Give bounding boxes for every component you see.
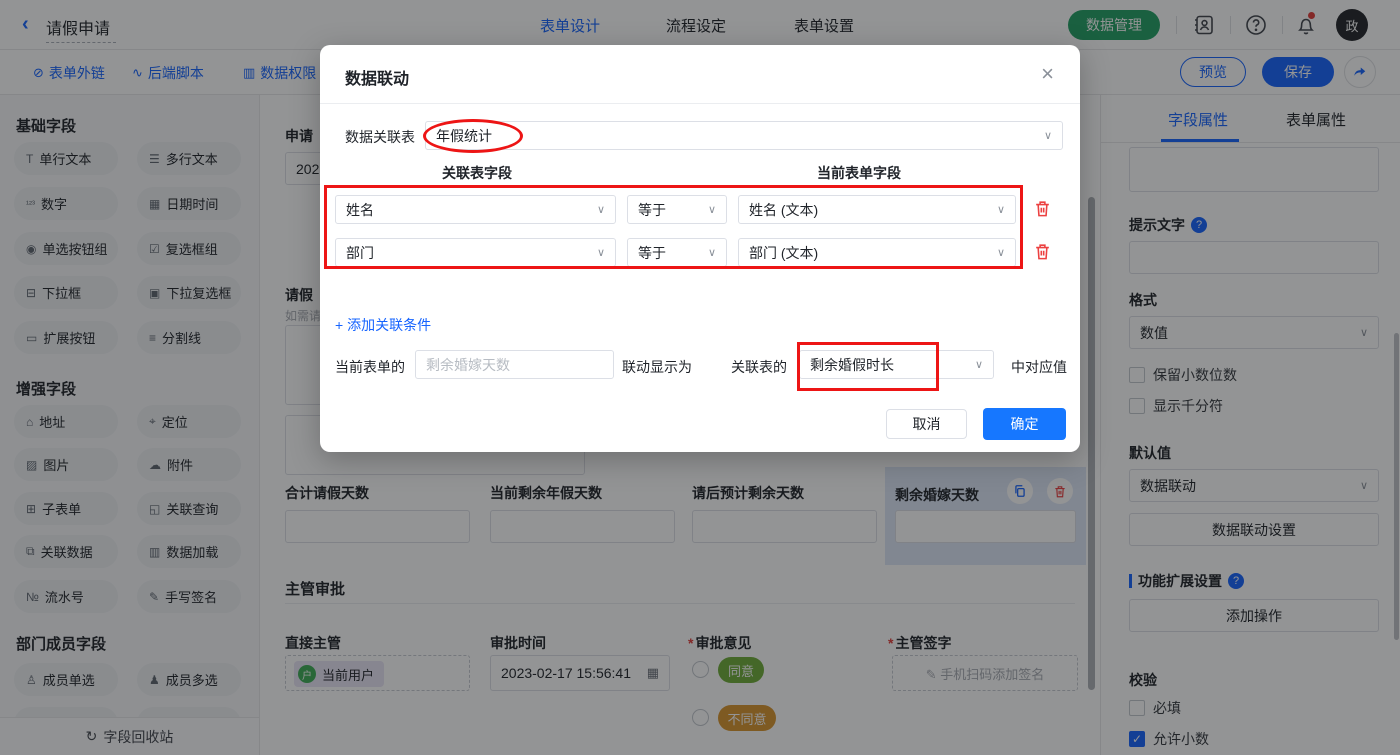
close-icon[interactable]: ×	[1041, 63, 1054, 85]
corresponding-value-label: 中对应值	[1011, 359, 1067, 375]
chevron-down-icon: ∨	[707, 204, 716, 216]
condition-op-select[interactable]: 等于 ∨	[627, 195, 727, 224]
current-field-input[interactable]	[415, 350, 614, 379]
delete-condition-icon[interactable]	[1033, 241, 1053, 263]
chevron-down-icon: ∨	[974, 359, 983, 371]
condition-left-select[interactable]: 姓名 ∨	[335, 195, 616, 224]
add-condition-link[interactable]: + 添加关联条件	[335, 315, 431, 335]
modal-divider	[320, 103, 1080, 104]
data-linkage-modal: 数据联动 × 数据关联表 年假统计 ∨ 关联表字段 当前表单字段 姓名 ∨ 等于 ∨ …	[320, 45, 1080, 452]
column-header-current-field: 当前表单字段	[817, 165, 901, 181]
modal-title: 数据联动	[345, 71, 410, 88]
column-header-linked-field: 关联表字段	[442, 165, 512, 181]
display-as-label: 联动显示为	[622, 359, 692, 375]
related-field-select[interactable]: 剩余婚假时长 ∨	[799, 350, 994, 379]
confirm-button[interactable]: 确定	[983, 408, 1066, 440]
chevron-down-icon: ∨	[596, 247, 605, 259]
linked-table-label: 数据关联表	[345, 129, 415, 145]
chevron-down-icon: ∨	[1043, 130, 1052, 142]
current-form-label: 当前表单的	[335, 359, 405, 375]
condition-left-select[interactable]: 部门 ∨	[335, 238, 616, 267]
related-table-label: 关联表的	[731, 359, 787, 375]
delete-condition-icon[interactable]	[1033, 198, 1053, 220]
chevron-down-icon: ∨	[996, 204, 1005, 216]
app-window: ‹ 请假申请 表单设计 流程设定 表单设置 数据管理 政 ⊘ 表单外链 ∿ 后端…	[0, 0, 1400, 755]
linked-table-select[interactable]: 年假统计 ∨	[425, 121, 1063, 150]
condition-op-select[interactable]: 等于 ∨	[627, 238, 727, 267]
cancel-button[interactable]: 取消	[886, 409, 967, 439]
chevron-down-icon: ∨	[996, 247, 1005, 259]
chevron-down-icon: ∨	[596, 204, 605, 216]
condition-right-select[interactable]: 姓名 (文本) ∨	[738, 195, 1016, 224]
condition-right-select[interactable]: 部门 (文本) ∨	[738, 238, 1016, 267]
chevron-down-icon: ∨	[707, 247, 716, 259]
